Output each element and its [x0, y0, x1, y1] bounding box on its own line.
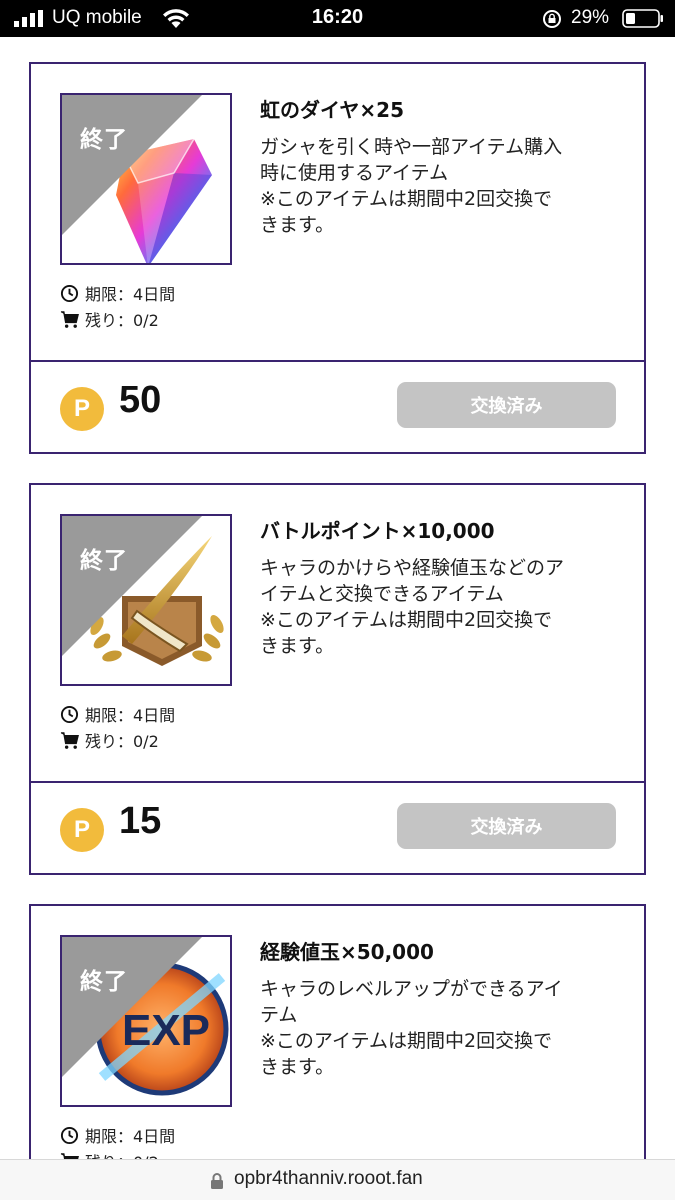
remaining-text: 残り：0/2: [85, 311, 159, 330]
clock-icon: [60, 705, 79, 723]
limit-text: 期限：4日間: [85, 706, 176, 725]
battery-icon: [622, 9, 663, 28]
item-card: 終了 期限：4日間 残り：0/2 虹のダイヤ×25 ガシャを引く時や一部アイテム…: [29, 62, 646, 454]
description-line: テム: [260, 1004, 298, 1026]
description-line: 時に使用するアイテム: [260, 162, 449, 184]
description-line: ※このアイテムは期間中2回交換で: [260, 1030, 553, 1052]
point-coin-icon: P: [60, 387, 104, 431]
item-thumbnail: EXP 終了: [60, 935, 232, 1107]
item-card-info: 終了 期限：4日間 残り：0/2 虹のダイヤ×25 ガシャを引く時や一部アイテム…: [31, 64, 644, 362]
item-description: キャラのレベルアップができるアイ テム ※このアイテムは期間中2回交換で きます…: [260, 976, 620, 1080]
clock-icon: [60, 1126, 79, 1144]
item-meta: 期限：4日間 残り：0/2: [60, 280, 175, 332]
battery-percent: 29%: [571, 7, 610, 28]
item-card: EXP 終了 期限：4日間 残り：0/2 経験値玉×50,000 キャラのレベル…: [29, 904, 646, 1200]
price-value: 50: [119, 379, 162, 421]
description-line: きます。: [260, 635, 335, 657]
lock-icon: [211, 1173, 223, 1189]
description-line: きます。: [260, 214, 335, 236]
remaining-text: 残り：0/2: [85, 732, 159, 751]
status-bar: UQ mobile 16:20 29%: [0, 0, 675, 37]
item-card-price: P 50 交換済み: [31, 362, 644, 452]
browser-url-bar[interactable]: opbr4thanniv.rooot.fan: [0, 1159, 675, 1200]
limit-text: 期限：4日間: [85, 285, 176, 304]
description-line: キャラのレベルアップができるアイ: [260, 978, 563, 1000]
item-title: バトルポイント×10,000: [260, 519, 495, 543]
item-card: 終了 期限：4日間 残り：0/2 バトルポイント×10,000 キャラのかけらや…: [29, 483, 646, 875]
clock-icon: [60, 284, 79, 302]
point-coin-icon: P: [60, 808, 104, 852]
url-text[interactable]: opbr4thanniv.rooot.fan: [234, 1168, 423, 1190]
ended-label: 終了: [80, 548, 128, 574]
cart-icon: [60, 731, 79, 749]
ended-label: 終了: [80, 127, 128, 153]
description-line: ガシャを引く時や一部アイテム購入: [260, 136, 563, 158]
item-title: 虹のダイヤ×25: [260, 98, 404, 122]
item-description: ガシャを引く時や一部アイテム購入 時に使用するアイテム ※このアイテムは期間中2…: [260, 134, 620, 238]
price-value: 15: [119, 800, 162, 842]
item-thumbnail: 終了: [60, 514, 232, 686]
description-line: ※このアイテムは期間中2回交換で: [260, 609, 553, 631]
rotation-lock-icon: [543, 10, 561, 28]
item-thumbnail: 終了: [60, 93, 232, 265]
description-line: きます。: [260, 1056, 335, 1078]
cart-icon: [60, 310, 79, 328]
description-line: キャラのかけらや経験値玉などのア: [260, 557, 565, 579]
item-card-price: P 15 交換済み: [31, 783, 644, 873]
item-description: キャラのかけらや経験値玉などのア イテムと交換できるアイテム ※このアイテムは期…: [260, 555, 620, 659]
description-line: ※このアイテムは期間中2回交換で: [260, 188, 553, 210]
description-line: イテムと交換できるアイテム: [260, 583, 504, 605]
item-card-info: EXP 終了 期限：4日間 残り：0/2 経験値玉×50,000 キャラのレベル…: [31, 906, 644, 1200]
item-card-info: 終了 期限：4日間 残り：0/2 バトルポイント×10,000 キャラのかけらや…: [31, 485, 644, 783]
exchanged-button[interactable]: 交換済み: [397, 382, 616, 428]
limit-text: 期限：4日間: [85, 1127, 176, 1146]
ended-label: 終了: [80, 969, 128, 995]
item-meta: 期限：4日間 残り：0/2: [60, 701, 175, 753]
exchanged-button[interactable]: 交換済み: [397, 803, 616, 849]
item-title: 経験値玉×50,000: [260, 940, 434, 964]
